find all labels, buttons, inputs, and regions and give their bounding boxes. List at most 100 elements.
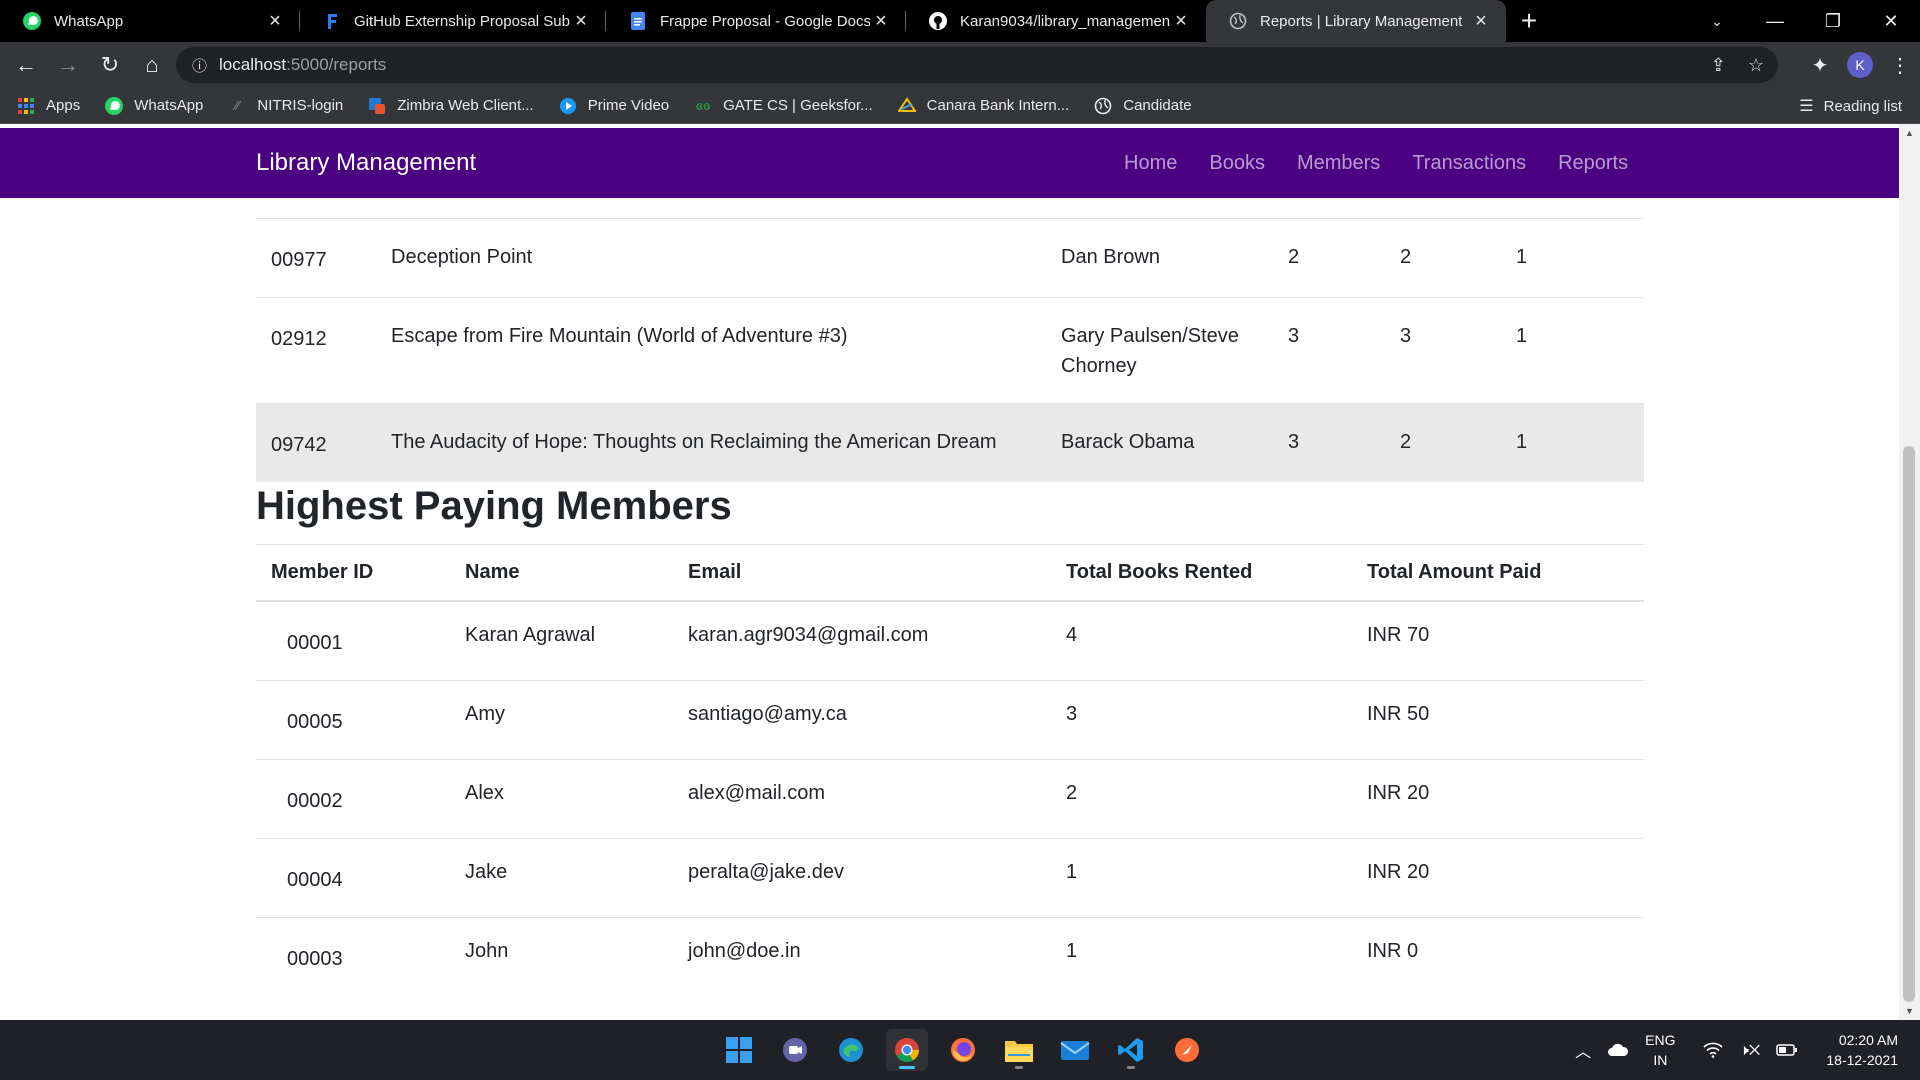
- whatsapp-icon: [22, 11, 42, 31]
- mail-icon[interactable]: [1054, 1029, 1096, 1071]
- member-id: 00005: [256, 680, 450, 760]
- nav-members[interactable]: Members: [1297, 152, 1380, 175]
- bookmark-canara[interactable]: Canara Bank Intern...: [897, 96, 1069, 116]
- book-count-1: 3: [1288, 325, 1300, 347]
- bookmark-apps[interactable]: Apps: [16, 96, 80, 116]
- vscode-icon[interactable]: [1110, 1029, 1152, 1071]
- bookmark-whatsapp[interactable]: WhatsApp: [104, 96, 203, 116]
- member-email: karan.agr9034@gmail.com: [688, 624, 929, 646]
- close-window-button[interactable]: ✕: [1862, 0, 1920, 42]
- windows-start-icon[interactable]: [718, 1029, 760, 1071]
- reload-icon[interactable]: ↻: [90, 45, 130, 85]
- wifi-icon[interactable]: [1703, 1042, 1724, 1058]
- language-indicator[interactable]: ENG IN: [1645, 1030, 1675, 1070]
- column-header: Email: [673, 544, 1051, 602]
- member-name: Karan Agrawal: [465, 624, 596, 646]
- table-row: 00005 Amy santiago@amy.ca 3 INR 50: [256, 680, 1644, 760]
- share-icon[interactable]: ⇪: [1711, 55, 1726, 76]
- edge-icon[interactable]: [830, 1029, 872, 1071]
- book-count-2: 3: [1400, 325, 1412, 347]
- geeksforgeeks-icon: ɞɞ: [695, 98, 711, 113]
- chevron-up-icon[interactable]: ︿: [1575, 1038, 1591, 1062]
- file-explorer-icon[interactable]: [998, 1029, 1040, 1071]
- zimbra-icon: [367, 96, 387, 116]
- canara-icon: [897, 96, 917, 116]
- close-tab-icon[interactable]: ×: [870, 10, 892, 32]
- book-author: Barack Obama: [1061, 431, 1195, 453]
- minimize-button[interactable]: —: [1746, 0, 1804, 42]
- bookmark-gate-cs[interactable]: ɞɞ GATE CS | Geeksfor...: [693, 96, 873, 116]
- extensions-puzzle-icon[interactable]: ✦: [1800, 53, 1840, 78]
- clock[interactable]: 02:20 AM 18-12-2021: [1826, 1030, 1898, 1070]
- app-brand-link[interactable]: Library Management: [256, 149, 476, 177]
- profile-avatar[interactable]: K: [1840, 52, 1880, 78]
- tab-whatsapp[interactable]: WhatsApp ×: [0, 0, 300, 42]
- bookmark-nitris[interactable]: ⁄⁄ NITRIS-login: [227, 96, 343, 116]
- scrollbar-thumb[interactable]: [1903, 446, 1915, 1002]
- scroll-down-arrow-icon[interactable]: ▼: [1905, 1006, 1914, 1016]
- home-icon[interactable]: ⌂: [132, 45, 172, 85]
- speaker-muted-icon[interactable]: 🕨✕: [1739, 1042, 1760, 1059]
- table-row: 00004 Jake peralta@jake.dev 1 INR 20: [256, 838, 1644, 918]
- tab-github-repo[interactable]: Karan9034/library_management ×: [906, 0, 1206, 42]
- tab-google-docs[interactable]: Frappe Proposal - Google Docs ×: [606, 0, 906, 42]
- reading-list-button[interactable]: ☰ Reading list: [1799, 88, 1902, 124]
- firefox-icon[interactable]: [942, 1029, 984, 1071]
- globe-icon: [1093, 96, 1113, 116]
- site-info-icon[interactable]: ⓘ: [192, 55, 207, 76]
- restore-button[interactable]: ❐: [1804, 0, 1862, 42]
- book-count-3: 1: [1516, 431, 1528, 453]
- table-row: 00003 John john@doe.in 1 INR 0: [256, 917, 1644, 996]
- member-books-rented: 1: [1051, 917, 1352, 996]
- member-books-rented: 2: [1051, 759, 1352, 839]
- member-name: Amy: [450, 680, 673, 760]
- nitris-icon: ⁄⁄: [235, 98, 240, 113]
- address-bar[interactable]: ⓘ localhost :5000/reports ⇪ ☆: [176, 47, 1778, 83]
- postman-icon[interactable]: [1166, 1029, 1208, 1071]
- bookmark-prime-video[interactable]: Prime Video: [558, 96, 669, 116]
- member-books-rented: 4: [1066, 624, 1078, 646]
- onedrive-cloud-icon[interactable]: [1607, 1043, 1629, 1057]
- close-tab-icon[interactable]: ×: [1470, 10, 1492, 32]
- member-id: 00003: [256, 917, 450, 996]
- nav-transactions[interactable]: Transactions: [1412, 152, 1526, 175]
- member-name: John: [450, 917, 673, 996]
- battery-icon[interactable]: [1776, 1043, 1798, 1057]
- book-author: Dan Brown: [1061, 246, 1160, 268]
- column-header: Total Books Rented: [1051, 544, 1352, 602]
- section-title: Highest Paying Members: [256, 484, 732, 528]
- tab-github-externship[interactable]: GitHub Externship Proposal Submission ×: [300, 0, 606, 42]
- tab-search-chevron-icon[interactable]: ⌄: [1688, 0, 1746, 42]
- nav-books[interactable]: Books: [1209, 152, 1265, 175]
- tab-title: Reports | Library Management: [1260, 12, 1463, 30]
- book-title: Escape from Fire Mountain (World of Adve…: [391, 325, 848, 347]
- member-amount-paid: INR 50: [1352, 680, 1644, 760]
- bookmark-candidate[interactable]: Candidate: [1093, 96, 1192, 116]
- new-tab-button[interactable]: +: [1506, 0, 1552, 42]
- scroll-up-arrow-icon[interactable]: ▲: [1905, 128, 1914, 138]
- member-id: 00001: [287, 632, 343, 654]
- book-count-2: 2: [1400, 431, 1412, 453]
- column-header: Name: [450, 544, 673, 602]
- nav-reports[interactable]: Reports: [1558, 152, 1628, 175]
- docs-icon: [628, 11, 648, 31]
- bookmarks-bar: Apps WhatsApp ⁄⁄ NITRIS-login Zimbra Web…: [0, 88, 1920, 124]
- close-tab-icon[interactable]: ×: [1170, 10, 1192, 32]
- menu-kebab-icon[interactable]: ⋮: [1880, 53, 1920, 78]
- taskbar-apps: [718, 1020, 1208, 1080]
- bookmark-star-icon[interactable]: ☆: [1748, 55, 1764, 76]
- bookmark-zimbra[interactable]: Zimbra Web Client...: [367, 96, 534, 116]
- close-tab-icon[interactable]: ×: [570, 10, 592, 32]
- close-tab-icon[interactable]: ×: [264, 10, 286, 32]
- member-email: peralta@jake.dev: [673, 838, 1051, 918]
- chrome-icon[interactable]: [886, 1029, 928, 1071]
- table-row: 00002 Alex alex@mail.com 2 INR 20: [256, 759, 1644, 839]
- nav-home[interactable]: Home: [1124, 152, 1177, 175]
- tab-reports-active[interactable]: Reports | Library Management ×: [1206, 0, 1506, 42]
- back-arrow-icon[interactable]: ←: [6, 45, 46, 85]
- forward-arrow-icon[interactable]: →: [48, 45, 88, 85]
- teams-chat-icon[interactable]: [774, 1029, 816, 1071]
- page-scrollbar[interactable]: ▲ ▼: [1899, 124, 1920, 1020]
- book-id: 09742: [271, 434, 327, 456]
- windows-taskbar: ︿ ENG IN 🕨✕ 02:20 AM 18-12-2021: [0, 1020, 1920, 1080]
